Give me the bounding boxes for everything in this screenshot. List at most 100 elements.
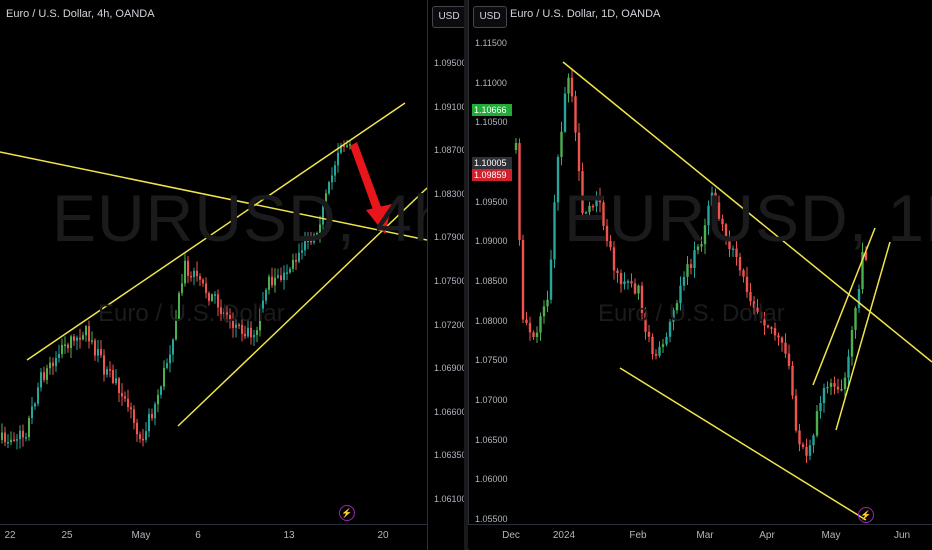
price-axis-label: 1.06900: [434, 363, 464, 374]
candle-body: [829, 383, 833, 387]
candle-body: [539, 316, 542, 333]
price-axis-label: 1.05500: [475, 514, 508, 524]
candle-body: [801, 444, 805, 447]
candle-body: [346, 145, 348, 147]
candle-body: [518, 143, 521, 241]
candle-body: [25, 437, 27, 439]
candle-body: [37, 387, 39, 404]
candle-body: [623, 281, 626, 285]
candle-body: [244, 333, 246, 337]
candle-body: [43, 372, 45, 380]
candle-body: [292, 259, 294, 269]
candle-body: [151, 413, 153, 419]
right-currency-button[interactable]: USD: [473, 6, 507, 28]
time-axis-label: Dec: [502, 530, 520, 541]
candle-body: [73, 336, 75, 341]
left-plot-area[interactable]: [0, 0, 427, 524]
candle-body: [689, 264, 693, 268]
time-axis-label: May: [131, 530, 151, 541]
candle-body: [630, 281, 633, 284]
price-axis-label: 1.08000: [475, 315, 508, 326]
time-axis-label: 13: [283, 530, 295, 541]
price-axis-label: 1.11500: [475, 38, 507, 48]
candle-body: [777, 335, 780, 338]
candle-body: [815, 411, 819, 436]
candle-body: [626, 281, 630, 283]
candle-body: [843, 377, 847, 389]
candle-body: [567, 77, 570, 94]
time-axis-label: Mar: [696, 530, 714, 541]
candle-body: [784, 342, 787, 354]
candle-body: [286, 272, 288, 274]
candle-body: [847, 356, 850, 378]
price-axis-label: 1.11000: [475, 77, 507, 88]
candle-body: [850, 330, 854, 357]
right-chart-pane[interactable]: EURUSD, 1D Euro / U.S. Dollar USD 1.1150…: [468, 0, 932, 550]
candle-body: [658, 346, 661, 356]
price-axis-label: 1.09500: [475, 196, 508, 207]
candle-body: [742, 270, 745, 277]
candle-body: [805, 446, 808, 456]
candle-body: [88, 326, 90, 342]
candle-body: [28, 417, 30, 438]
candle-body: [160, 386, 162, 395]
candle-body: [115, 378, 117, 383]
candle-body: [661, 344, 665, 347]
candle-body: [1, 432, 3, 440]
descending-support-line[interactable]: [619, 367, 867, 521]
candle-body: [130, 407, 132, 410]
left-currency-button[interactable]: USD: [432, 6, 464, 28]
candle-body: [196, 270, 198, 277]
candle-body: [334, 165, 336, 176]
candle-body: [97, 349, 99, 356]
left-time-axis[interactable]: 22 25 May 6 13 20: [0, 524, 427, 549]
candle-body: [13, 439, 15, 442]
left-watermark-name: Euro / U.S. Dollar: [98, 300, 285, 327]
right-price-axis[interactable]: USD 1.115001.110001.105001.100001.095001…: [468, 0, 513, 550]
candle-body: [514, 143, 518, 150]
candle-body: [109, 369, 111, 371]
candle-body: [76, 337, 78, 341]
candle-body: [265, 289, 267, 301]
candle-body: [812, 435, 815, 446]
candle-body: [570, 77, 574, 97]
candle-body: [94, 340, 96, 356]
candle-body: [250, 327, 252, 338]
tradingview-alert-icon[interactable]: ⚡: [858, 507, 874, 523]
candle-body: [184, 260, 186, 284]
candle-body: [40, 372, 42, 388]
last-price-tag: 1.10005: [472, 157, 512, 169]
candle-body: [271, 276, 273, 286]
tradingview-alert-icon[interactable]: ⚡: [339, 505, 355, 521]
candle-body: [738, 257, 742, 271]
current-price-tag: 1.10666: [472, 104, 512, 116]
candle-body: [794, 395, 798, 431]
candle-body: [682, 276, 686, 286]
candle-body: [169, 354, 171, 364]
candle-body: [686, 264, 689, 277]
candle-body: [142, 438, 144, 441]
candle-body: [82, 335, 84, 340]
price-axis-label: 1.08500: [475, 276, 508, 286]
right-plot-area[interactable]: [468, 0, 932, 524]
candle-body: [61, 344, 63, 355]
candle-body: [857, 289, 861, 308]
candle-body: [791, 365, 794, 396]
candle-body: [148, 413, 150, 432]
candle-body: [139, 434, 141, 439]
candle-body: [833, 383, 836, 387]
candle-body: [836, 386, 840, 390]
price-axis-label: 1.08700: [434, 145, 464, 156]
left-price-axis[interactable]: USD 1.09500 1.09100 1.08700 1.08300 1.07900 1…: [427, 0, 464, 550]
candle-body: [247, 327, 249, 337]
price-axis-label: 1.06600: [434, 406, 464, 417]
candle-body: [577, 132, 581, 172]
candle-body: [112, 369, 114, 383]
left-chart-pane[interactable]: EURUSD, 4h Euro / U.S. Dollar Euro / U.S…: [0, 0, 464, 550]
candle-body: [70, 336, 72, 349]
price-axis-label: 1.07900: [434, 232, 464, 243]
candle-body: [542, 306, 546, 317]
candle-body: [280, 275, 282, 281]
candle-body: [546, 299, 549, 307]
right-time-axis[interactable]: Dec 2024 Feb Mar Apr May Jun: [468, 524, 932, 549]
